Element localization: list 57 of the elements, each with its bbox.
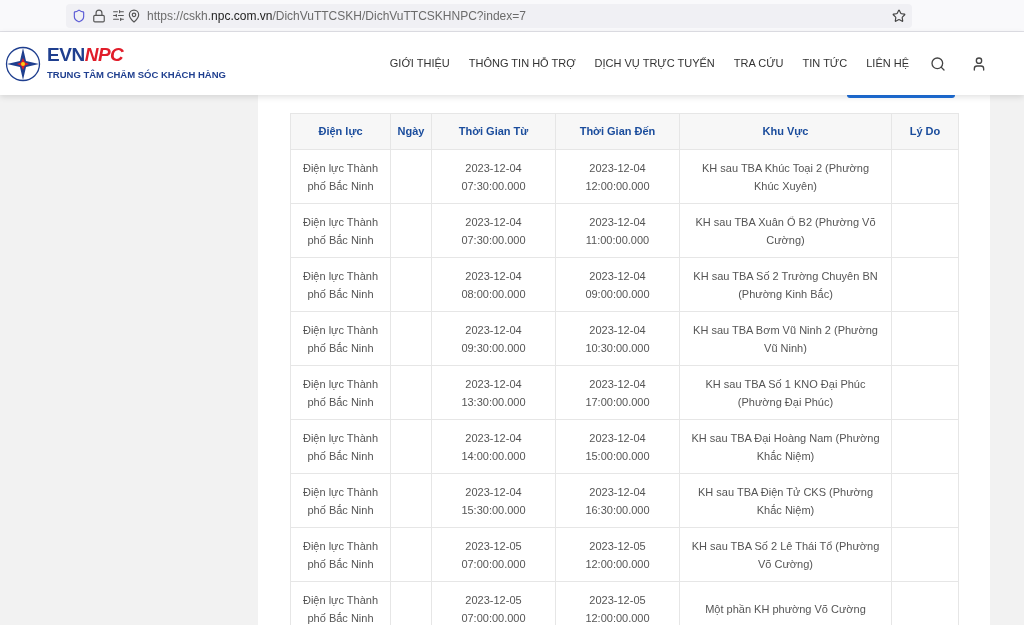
nav-link[interactable]: THÔNG TIN HỖ TRỢ — [468, 55, 576, 72]
table-cell: KH sau TBA Điện Tử CKS (Phường Khắc Niệm) — [679, 473, 892, 528]
address-bar[interactable]: https://cskh.npc.com.vn/DichVuTTCSKH/DichVuTTCSKHNPC?index=7 — [66, 3, 912, 28]
nav-link[interactable]: GIỚI THIỆU — [389, 55, 450, 72]
table-cell: 2023-12-04 07:30:00.000 — [431, 203, 556, 258]
brand-subtitle: TRUNG TÂM CHĂM SÓC KHÁCH HÀNG — [47, 68, 226, 83]
column-header: Khu Vực — [679, 113, 892, 150]
table-cell: KH sau TBA Đại Hoàng Nam (Phường Khắc Niệm) — [679, 419, 892, 474]
nav-link[interactable]: DỊCH VỤ TRỰC TUYẾN — [594, 55, 715, 72]
nav-link[interactable]: TIN TỨC — [802, 55, 848, 72]
table-cell: 2023-12-05 12:00:00.000 — [555, 527, 680, 582]
table-cell: 2023-12-04 14:00:00.000 — [431, 419, 556, 474]
table-cell: Điện lực Thành phố Bắc Ninh — [290, 311, 391, 366]
url-text: https://cskh.npc.com.vn/DichVuTTCSKH/DichVuTTCSKHNPC?index=7 — [147, 7, 526, 25]
table-cell: 2023-12-04 08:00:00.000 — [431, 257, 556, 312]
table-cell: KH sau TBA Khúc Toại 2 (Phường Khúc Xuyên) — [679, 149, 892, 204]
table-cell: KH sau TBA Số 2 Trường Chuyên BN (Phường Kinh Bắc) — [679, 257, 892, 312]
table-cell: 2023-12-04 11:00:00.000 — [555, 203, 680, 258]
table-cell: 2023-12-04 13:30:00.000 — [431, 365, 556, 420]
bookmark-star-icon[interactable] — [892, 8, 906, 23]
column-header: Thời Gian Đến — [555, 113, 680, 150]
table-cell: KH sau TBA Xuân Ổ B2 (Phường Võ Cường) — [679, 203, 892, 258]
column-header: Điện lực — [290, 113, 391, 150]
table-cell: KH sau TBA Bơm Vũ Ninh 2 (Phường Vũ Ninh) — [679, 311, 892, 366]
table-cell: 2023-12-04 16:30:00.000 — [555, 473, 680, 528]
shield-icon[interactable] — [72, 8, 86, 23]
table-cell: Điện lực Thành phố Bắc Ninh — [290, 149, 391, 204]
table-cell: Điện lực Thành phố Bắc Ninh — [290, 419, 391, 474]
column-header: Ngày — [390, 113, 432, 150]
table-cell: 2023-12-04 17:00:00.000 — [555, 365, 680, 420]
table-cell: Điện lực Thành phố Bắc Ninh — [290, 203, 391, 258]
logo-icon — [5, 45, 41, 82]
table-cell: 2023-12-04 10:30:00.000 — [555, 311, 680, 366]
brand-logo-text[interactable]: EVNNPC — [47, 44, 226, 67]
table-cell: KH sau TBA Số 2 Lê Thái Tổ (Phường Võ Cường) — [679, 527, 892, 582]
table-cell: 2023-12-04 12:00:00.000 — [555, 149, 680, 204]
table-cell: 2023-12-04 09:00:00.000 — [555, 257, 680, 312]
table-cell: 2023-12-04 09:30:00.000 — [431, 311, 556, 366]
table-cell: 2023-12-05 07:00:00.000 — [431, 527, 556, 582]
column-header: Thời Gian Từ — [431, 113, 556, 150]
lock-icon[interactable] — [92, 8, 106, 23]
table-cell: Điện lực Thành phố Bắc Ninh — [290, 581, 391, 625]
table-cell: KH sau TBA Số 1 KNO Đại Phúc (Phường Đại Phúc) — [679, 365, 892, 420]
table-cell: Điện lực Thành phố Bắc Ninh — [290, 257, 391, 312]
table-cell: Điện lực Thành phố Bắc Ninh — [290, 473, 391, 528]
table-cell: 2023-12-04 15:00:00.000 — [555, 419, 680, 474]
location-pin-icon[interactable] — [127, 8, 141, 23]
permissions-icon[interactable] — [112, 9, 125, 22]
table-cell: 2023-12-04 15:30:00.000 — [431, 473, 556, 528]
table-cell: Điện lực Thành phố Bắc Ninh — [290, 527, 391, 582]
search-icon[interactable] — [930, 55, 946, 72]
nav-link[interactable]: TRA CỨU — [733, 55, 784, 72]
column-header: Lý Do — [891, 113, 959, 150]
user-icon[interactable] — [971, 55, 987, 72]
table-cell: Điện lực Thành phố Bắc Ninh — [290, 365, 391, 420]
table-cell: 2023-12-04 07:30:00.000 — [431, 149, 556, 204]
nav-link[interactable]: LIÊN HỆ — [866, 55, 909, 72]
